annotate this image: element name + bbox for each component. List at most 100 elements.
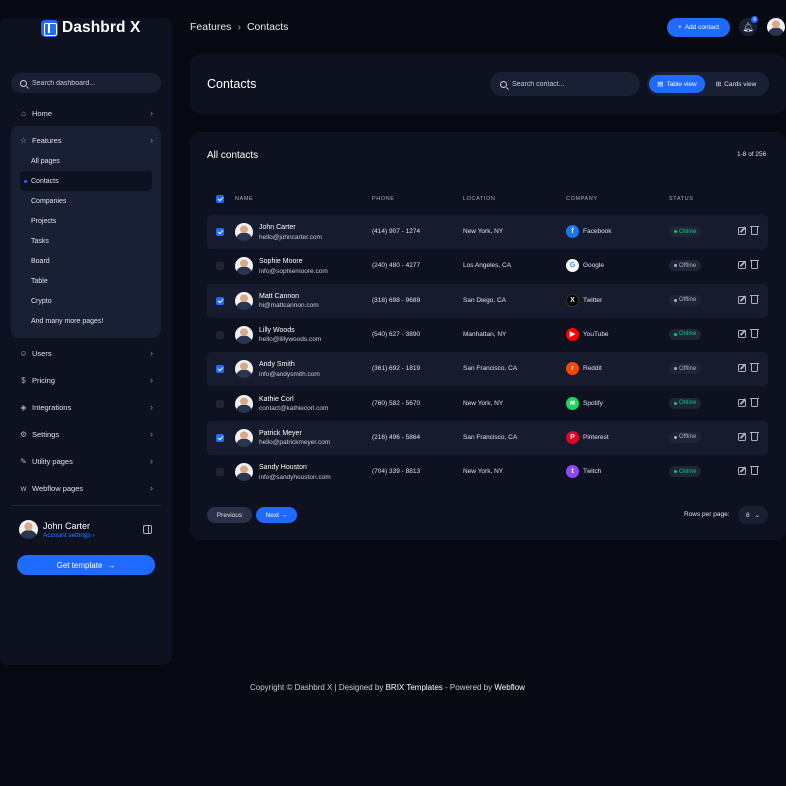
sub-item-companies[interactable]: Companies xyxy=(20,191,152,211)
trash-icon[interactable] xyxy=(750,226,759,235)
footer-designer-link[interactable]: BRIX Templates xyxy=(386,683,443,692)
trash-icon[interactable] xyxy=(750,397,759,407)
next-page-button[interactable]: Next → xyxy=(256,507,297,523)
sidebar-item-settings[interactable]: ⚙ Settings › xyxy=(19,427,153,441)
column-header-status[interactable]: STATUS xyxy=(669,196,693,202)
contact-email: hello@lillywoods.com xyxy=(259,336,322,344)
account-settings-link[interactable]: Account settings › xyxy=(43,532,95,539)
breadcrumb-item[interactable]: Features xyxy=(190,21,231,33)
sidebar-search[interactable] xyxy=(11,73,161,93)
trash-icon[interactable] xyxy=(750,294,759,304)
sub-item-board[interactable]: Board xyxy=(20,251,152,271)
company-name: Facebook xyxy=(583,228,612,235)
previous-page-button[interactable]: Previous xyxy=(207,507,252,523)
contact-search-input[interactable] xyxy=(512,80,632,88)
avatar xyxy=(235,223,253,241)
table-row[interactable]: Sophie Moore info@sophiemoore.com (240) 48… xyxy=(207,249,768,283)
edit-icon[interactable] xyxy=(738,261,746,270)
footer-platform-link[interactable]: Webflow xyxy=(494,683,525,692)
sub-item-projects[interactable]: Projects xyxy=(20,211,152,231)
select-all-checkbox[interactable] xyxy=(216,195,224,203)
table-view-button[interactable]: ▤ Table view xyxy=(649,75,705,93)
edit-icon[interactable] xyxy=(738,227,746,235)
edit-icon[interactable] xyxy=(738,467,746,476)
contact-search[interactable] xyxy=(490,72,640,96)
edit-icon[interactable] xyxy=(738,364,746,373)
add-contact-label: Add contact xyxy=(684,24,720,31)
column-header-phone[interactable]: PHONE xyxy=(372,196,395,202)
trash-icon[interactable] xyxy=(750,328,759,338)
get-template-label: Get template xyxy=(56,560,103,570)
sub-item-contacts[interactable]: Contacts xyxy=(20,171,152,191)
sub-item-all-pages[interactable]: All pages xyxy=(20,151,152,171)
edit-icon[interactable] xyxy=(738,398,746,407)
row-checkbox[interactable] xyxy=(216,296,224,305)
contact-name[interactable]: Andy Smith xyxy=(259,361,295,368)
sidebar-item-users[interactable]: ☺ Users › xyxy=(19,346,153,360)
row-checkbox[interactable] xyxy=(216,262,224,271)
trash-icon[interactable] xyxy=(750,431,759,441)
contact-name[interactable]: Sophie Moore xyxy=(259,258,303,265)
sub-item-more-pages[interactable]: And many more pages! xyxy=(20,311,152,331)
row-checkbox[interactable] xyxy=(216,399,224,408)
sidebar-item-home[interactable]: ⌂ Home › xyxy=(19,106,153,120)
avatar[interactable] xyxy=(767,18,785,36)
sidebar-item-integrations[interactable]: ◈ Integrations › xyxy=(19,400,153,414)
sidebar-item-label: Features xyxy=(32,135,62,145)
row-checkbox[interactable] xyxy=(216,433,224,442)
status-label: Offline xyxy=(679,297,697,304)
sidebar-item-webflow-pages[interactable]: w Webflow pages › xyxy=(19,481,153,495)
sub-item-tasks[interactable]: Tasks xyxy=(20,231,152,251)
cards-view-button[interactable]: ⊞ Cards view xyxy=(707,75,765,93)
table-row[interactable]: John Carter hello@johncarter.com (414) 907… xyxy=(207,215,768,249)
brand-name: Dashbrd X xyxy=(62,19,141,36)
status-badge: Offline xyxy=(669,363,702,375)
contact-name[interactable]: Sandy Houston xyxy=(259,464,307,471)
row-checkbox[interactable] xyxy=(216,365,224,374)
contact-name[interactable]: Lilly Woods xyxy=(259,327,295,334)
column-header-name[interactable]: NAME xyxy=(235,196,253,202)
sidebar-toggle-icon[interactable] xyxy=(143,525,152,534)
company-name: YouTube xyxy=(583,330,609,338)
table-row[interactable]: Matt Cannon hi@mattcannon.com (318) 698 - … xyxy=(207,283,768,318)
add-contact-button[interactable]: + Add contact xyxy=(667,18,730,37)
trash-icon[interactable] xyxy=(750,363,759,373)
table-row[interactable]: Sandy Houston info@sandyhouston.com (704) … xyxy=(207,455,768,489)
sidebar-profile[interactable]: John Carter Account settings › xyxy=(19,520,95,539)
sidebar-item-pricing[interactable]: $ Pricing › xyxy=(19,373,153,387)
edit-icon[interactable] xyxy=(738,329,746,338)
row-checkbox[interactable] xyxy=(216,228,224,236)
contact-name[interactable]: Matt Cannon xyxy=(259,293,299,300)
status-dot-icon xyxy=(674,470,677,474)
rows-per-page-select[interactable]: 8 ⌄ xyxy=(738,506,768,524)
sub-item-table[interactable]: Table xyxy=(20,271,152,291)
get-template-button[interactable]: Get template → xyxy=(17,555,155,575)
table-row[interactable]: Patrick Meyer hello@patrickmeyer.com (216)… xyxy=(207,420,768,455)
table-row[interactable]: Andy Smith info@andysmith.com (361) 692 - … xyxy=(207,352,768,387)
edit-icon[interactable] xyxy=(738,432,746,441)
status-dot-icon xyxy=(674,401,677,405)
trash-icon[interactable] xyxy=(750,466,759,476)
column-header-location[interactable]: LOCATION xyxy=(463,196,496,202)
edit-icon[interactable] xyxy=(738,295,746,304)
contact-name[interactable]: Patrick Meyer xyxy=(259,430,302,437)
column-header-company[interactable]: COMPANY xyxy=(566,196,598,202)
contact-name[interactable]: Kathie Corl xyxy=(259,396,294,403)
contact-location: San Diego, CA xyxy=(463,296,506,304)
brand[interactable]: Dashbrd X xyxy=(41,19,140,37)
table-row[interactable]: Lilly Woods hello@lillywoods.com (540) 627… xyxy=(207,318,768,352)
company-name: Twitter xyxy=(583,296,603,304)
webflow-icon: w xyxy=(20,483,27,493)
sidebar-item-utility-pages[interactable]: ✎ Utility pages › xyxy=(19,454,153,468)
sidebar-item-features[interactable]: ☆ Features › xyxy=(19,133,153,147)
row-checkbox[interactable] xyxy=(216,468,224,477)
sidebar-search-input[interactable] xyxy=(32,79,152,87)
company-logo-icon: X xyxy=(566,293,579,307)
row-checkbox[interactable] xyxy=(216,330,224,339)
trash-icon[interactable] xyxy=(750,260,759,270)
contact-name[interactable]: John Carter xyxy=(259,224,296,231)
company-name: Pinterest xyxy=(583,433,609,441)
sub-item-crypto[interactable]: Crypto xyxy=(20,291,152,311)
table-row[interactable]: Kathie Corl contact@kathiecorl.com (760) 5… xyxy=(207,387,768,421)
chevron-right-icon: › xyxy=(150,456,153,466)
